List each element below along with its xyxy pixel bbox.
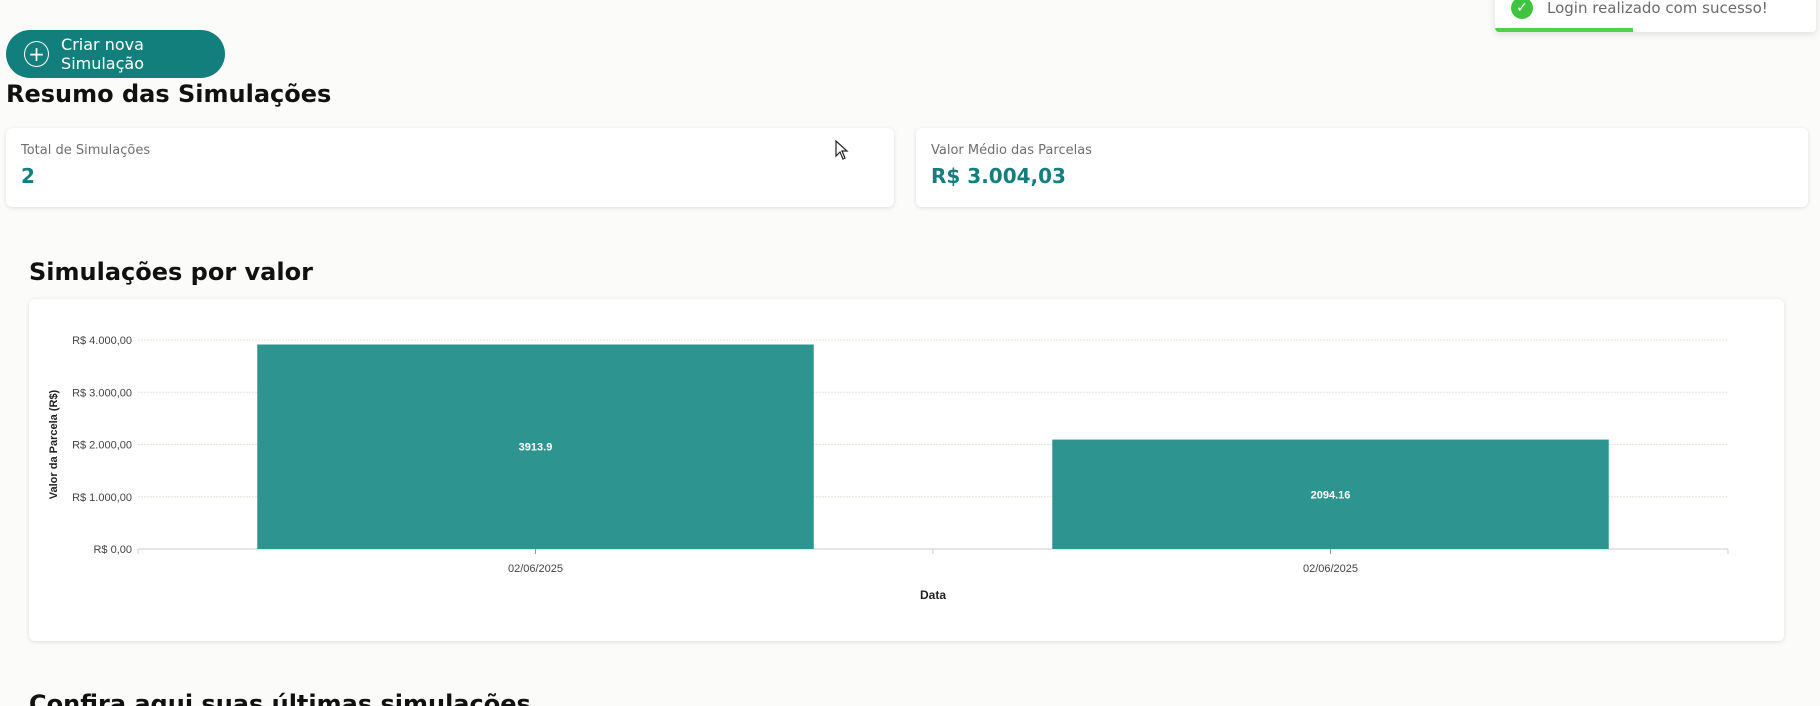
total-simulations-value: 2 <box>21 164 35 188</box>
average-installment-label: Valor Médio das Parcelas <box>931 143 1092 158</box>
total-simulations-card: Total de Simulações 2 <box>6 128 894 207</box>
recent-simulations-title: Confira aqui suas últimas simulações <box>29 690 531 706</box>
y-axis-title: Valor da Parcela (R$) <box>48 389 60 499</box>
create-simulation-button[interactable]: + Criar nova Simulação <box>6 30 225 78</box>
mouse-cursor-icon <box>835 140 849 160</box>
create-simulation-label: Criar nova Simulação <box>61 35 144 73</box>
x-tick-label: 02/06/2025 <box>508 563 563 575</box>
x-tick-label: 02/06/2025 <box>1303 563 1358 575</box>
check-circle-icon: ✓ <box>1511 0 1533 19</box>
toast-notification: ✓ Login realizado com sucesso! <box>1495 0 1816 32</box>
chart-title: Simulações por valor <box>29 258 313 286</box>
y-tick-label: R$ 0,00 <box>93 544 132 556</box>
toast-message: Login realizado com sucesso! <box>1547 0 1768 17</box>
summary-title: Resumo das Simulações <box>6 80 332 108</box>
bar-value-label: 2094.16 <box>1311 489 1351 501</box>
bar-value-label: 3913.9 <box>519 442 553 454</box>
x-axis-title: Data <box>920 588 946 602</box>
chart-card: R$ 0,00 R$ 1.000,00 R$ 2.000,00 R$ 3.000,00… <box>29 299 1784 641</box>
y-tick-label: R$ 4.000,00 <box>72 335 132 347</box>
bar-chart: R$ 0,00 R$ 1.000,00 R$ 2.000,00 R$ 3.000,00… <box>48 335 1729 602</box>
toast-progress-bar <box>1495 28 1634 32</box>
y-tick-label: R$ 3.000,00 <box>72 387 132 399</box>
total-simulations-label: Total de Simulações <box>21 143 151 158</box>
y-tick-label: R$ 2.000,00 <box>72 440 132 452</box>
average-installment-value: R$ 3.004,03 <box>931 164 1066 188</box>
y-tick-label: R$ 1.000,00 <box>72 492 132 504</box>
plus-circle-icon: + <box>24 41 50 67</box>
page: + Criar nova Simulação ✓ Login realizado… <box>0 0 1820 706</box>
average-installment-card: Valor Médio das Parcelas R$ 3.004,03 <box>916 128 1808 207</box>
